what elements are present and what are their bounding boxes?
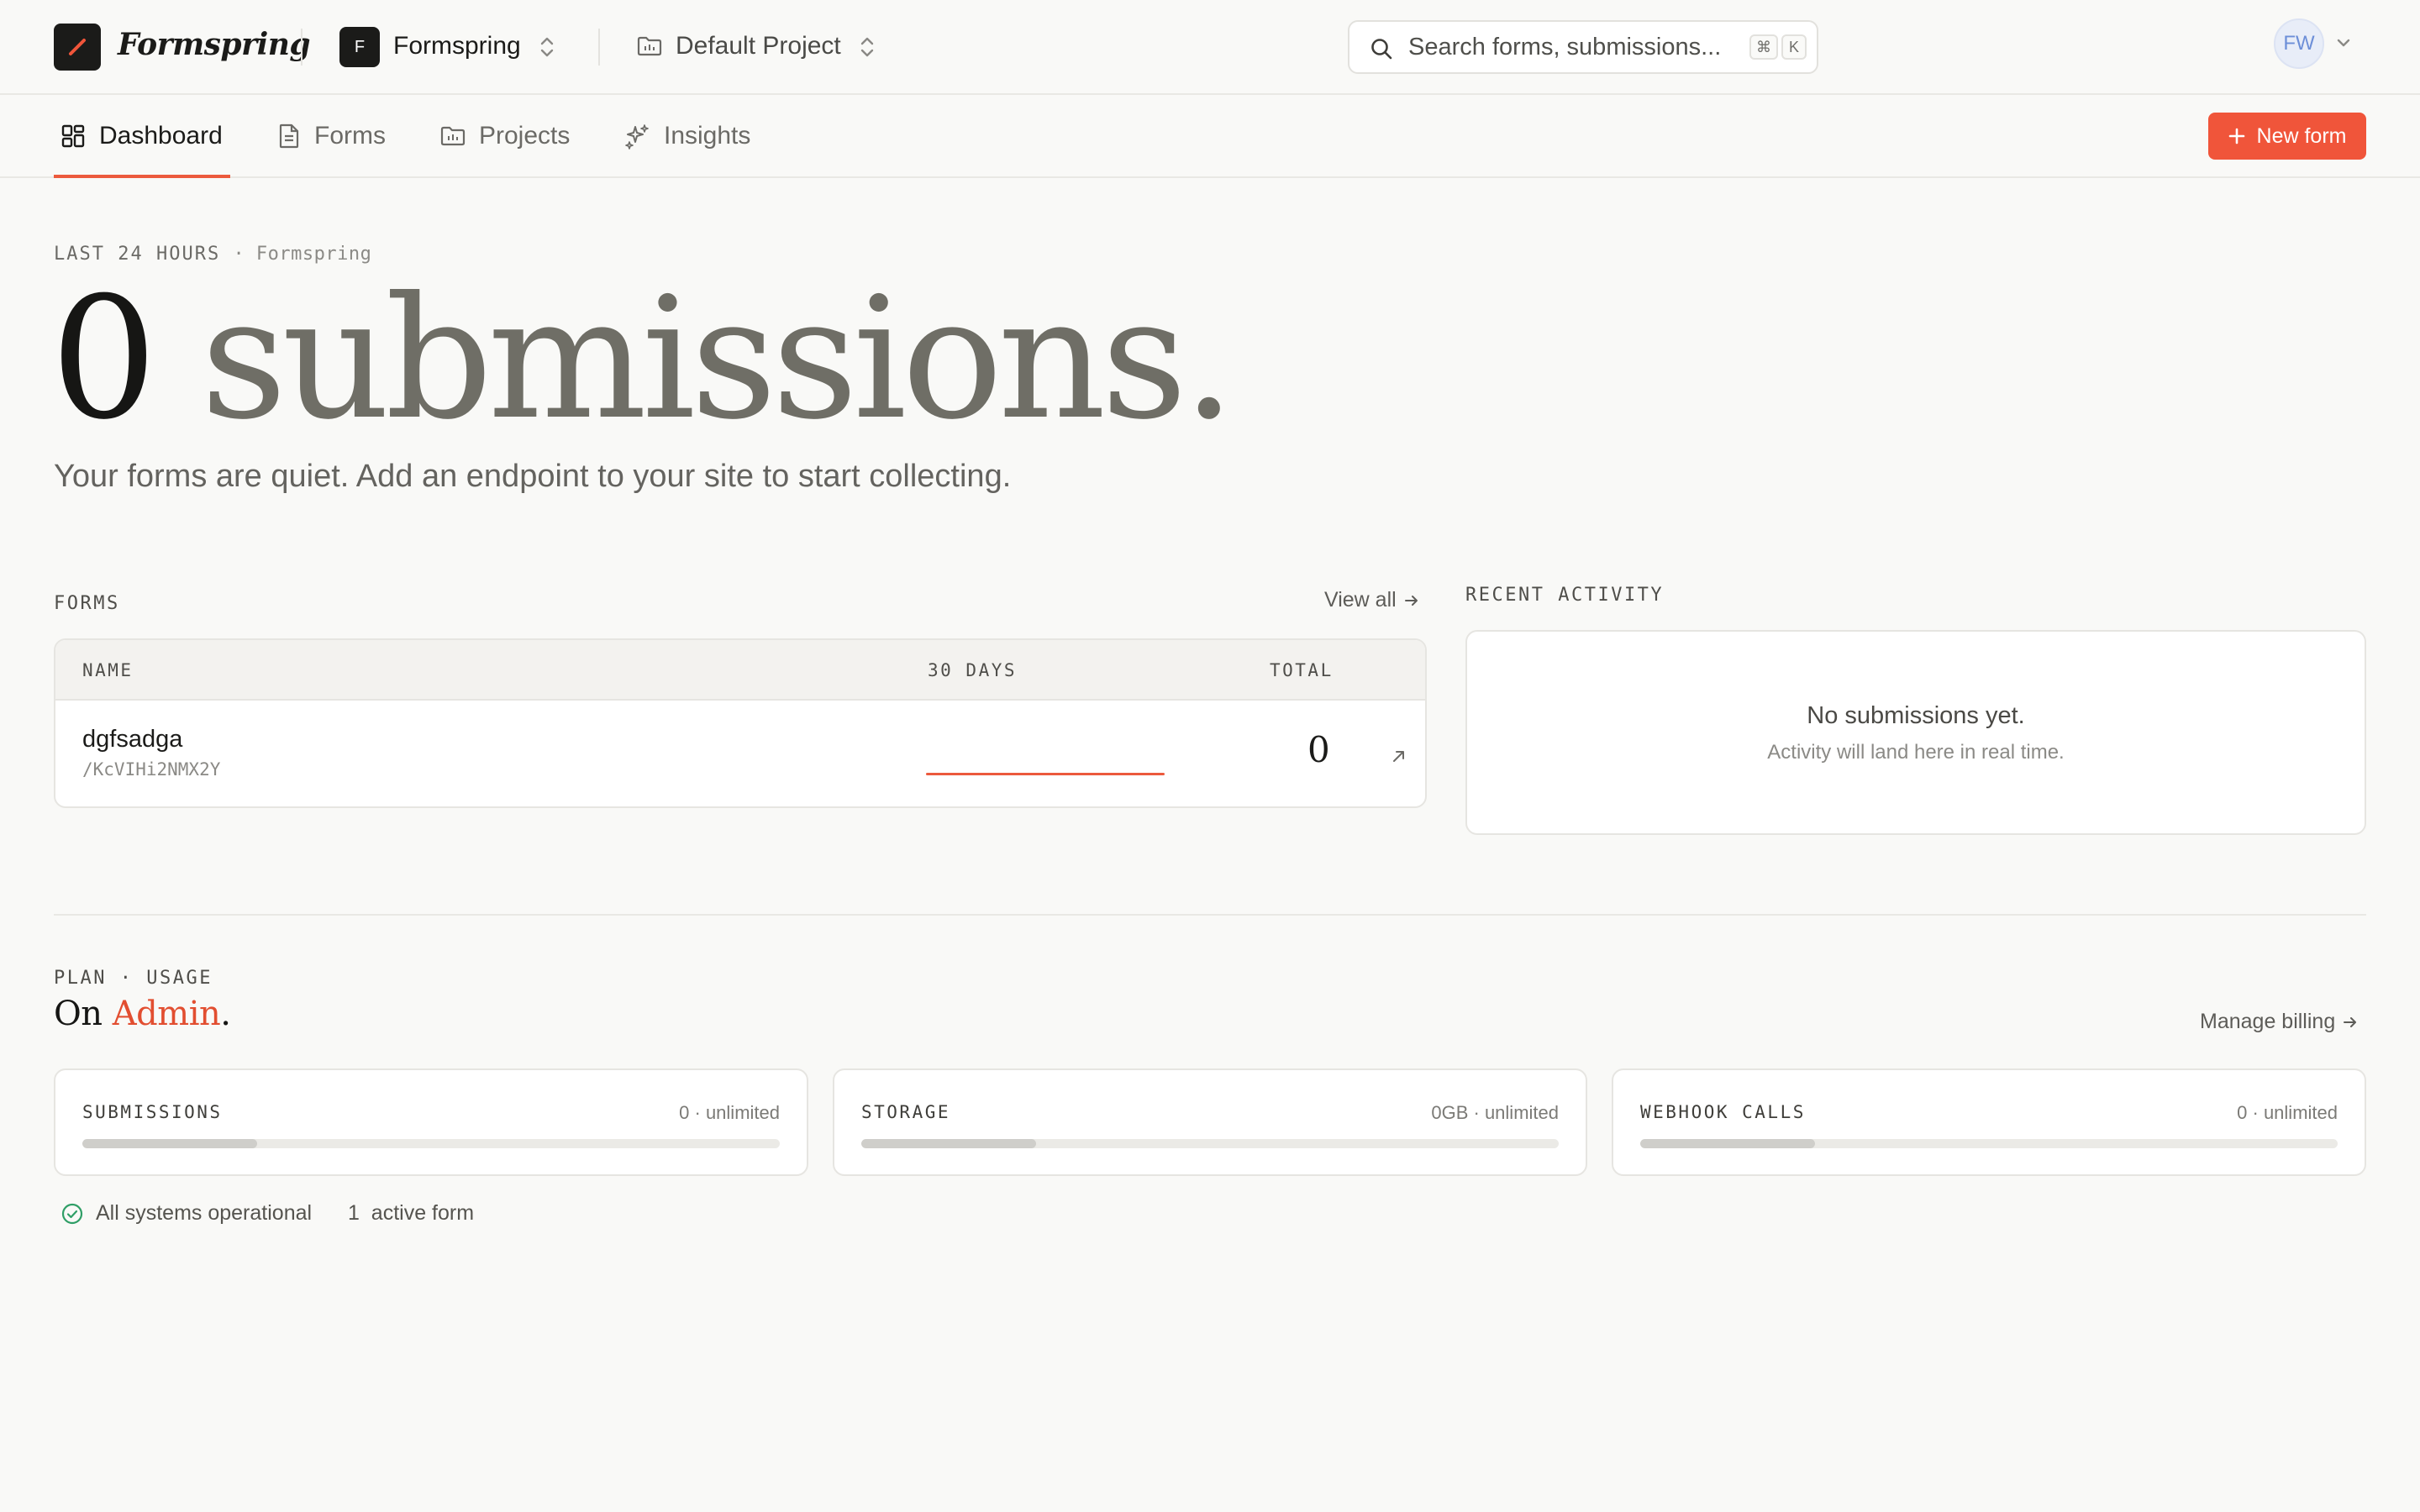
arrow-right-icon xyxy=(2344,1016,2357,1027)
form-slug: /KcVIHi2NMX2Y xyxy=(82,759,221,780)
dashboard-grid-icon xyxy=(61,124,85,147)
usage-label: STORAGE xyxy=(861,1102,951,1122)
usage-value: 0GB · unlimited xyxy=(1431,1102,1559,1123)
tab-dashboard-label: Dashboard xyxy=(99,121,223,150)
shortcut-key-mod: ⌘ xyxy=(1749,34,1778,60)
form-total: 0 xyxy=(1307,729,1330,770)
table-header: NAME 30 DAYS TOTAL xyxy=(55,640,1425,701)
usage-card-submissions: SUBMISSIONS 0 · unlimited xyxy=(54,1068,808,1176)
usage-bar xyxy=(82,1139,780,1148)
tab-projects[interactable]: Projects xyxy=(440,95,570,176)
active-tab-indicator xyxy=(54,175,230,178)
chevron-updown-icon[interactable] xyxy=(858,34,876,60)
view-all-link[interactable]: View all xyxy=(1324,588,1420,612)
active-forms-count: 1 active form xyxy=(348,1201,475,1225)
usage-label: SUBMISSIONS xyxy=(82,1102,223,1122)
forms-table: NAME 30 DAYS TOTAL dgfsadga /KcVIHi2NMX2… xyxy=(54,638,1427,808)
check-circle-icon xyxy=(61,1203,83,1224)
system-status[interactable]: All systems operational xyxy=(60,1201,312,1226)
activity-section-label: RECENT ACTIVITY xyxy=(1465,585,1665,606)
column-header-name: NAME xyxy=(82,660,134,680)
folder-icon xyxy=(637,36,662,56)
usage-bar-fill xyxy=(1640,1139,1815,1148)
activity-empty-subtitle: Activity will land here in real time. xyxy=(1767,741,2065,764)
form-name[interactable]: dgfsadga xyxy=(82,726,182,753)
usage-bar-fill xyxy=(82,1139,257,1148)
manage-billing-link[interactable]: Manage billing xyxy=(2200,1010,2359,1034)
plus-icon xyxy=(2228,128,2244,144)
main-nav: Dashboard Forms Projects Insights New fo… xyxy=(0,95,2420,178)
brand-name[interactable]: Formspring xyxy=(118,27,311,62)
search-box[interactable]: Search forms, submissions... ⌘ K xyxy=(1348,20,1818,74)
user-avatar[interactable]: FW xyxy=(2274,18,2324,69)
tab-forms-label: Forms xyxy=(314,121,386,150)
tab-projects-label: Projects xyxy=(479,121,571,150)
sparkline-30-days xyxy=(926,773,1165,775)
logo-icon[interactable] xyxy=(54,24,101,71)
chevron-updown-icon[interactable] xyxy=(538,34,556,60)
document-icon xyxy=(279,123,299,148)
system-status-label: All systems operational xyxy=(96,1201,313,1225)
plan-section-label: PLAN · USAGE xyxy=(54,968,213,989)
project-switcher-label[interactable]: Default Project xyxy=(676,32,841,60)
usage-value: 0 · unlimited xyxy=(2237,1102,2338,1123)
arrow-up-right-icon[interactable] xyxy=(1390,747,1408,765)
shortcut-key-k: K xyxy=(1781,34,1807,60)
plan-prefix: On xyxy=(54,995,103,1033)
arrow-right-icon xyxy=(1404,595,1418,606)
forms-section-label: FORMS xyxy=(54,593,120,614)
usage-bar xyxy=(1640,1139,2338,1148)
usage-bar xyxy=(861,1139,1559,1148)
column-header-total: TOTAL xyxy=(1270,660,1334,680)
usage-card-webhook-calls: WEBHOOK CALLS 0 · unlimited xyxy=(1612,1068,2366,1176)
usage-bar-fill xyxy=(861,1139,1036,1148)
submission-count: 0 xyxy=(50,261,157,457)
search-placeholder[interactable]: Search forms, submissions... xyxy=(1408,34,1721,61)
activity-card: No submissions yet. Activity will land h… xyxy=(1465,630,2366,835)
usage-value: 0 · unlimited xyxy=(679,1102,780,1123)
tab-insights-label: Insights xyxy=(664,121,751,150)
folder-icon xyxy=(440,126,466,145)
usage-label: WEBHOOK CALLS xyxy=(1640,1102,1806,1122)
hero-headline: 0 submissions. xyxy=(50,267,1236,452)
divider xyxy=(301,29,302,66)
manage-billing-label: Manage billing xyxy=(2200,1010,2336,1033)
workspace-avatar[interactable]: F xyxy=(339,27,380,67)
hero-lead: Your forms are quiet. Add an endpoint to… xyxy=(54,459,1012,494)
sparkles-icon xyxy=(625,123,649,150)
tab-insights[interactable]: Insights xyxy=(623,95,750,176)
view-all-label: View all xyxy=(1324,588,1397,612)
plan-name: Admin xyxy=(112,995,221,1033)
submission-count-suffix: submissions. xyxy=(200,261,1236,457)
column-header-30-days: 30 DAYS xyxy=(928,660,1018,680)
search-icon xyxy=(1371,39,1392,60)
plan-suffix: . xyxy=(220,995,231,1033)
tab-dashboard[interactable]: Dashboard xyxy=(54,95,230,178)
workspace-switcher-label[interactable]: Formspring xyxy=(393,32,521,60)
activity-empty-title: No submissions yet. xyxy=(1807,702,2025,729)
usage-card-storage: STORAGE 0GB · unlimited xyxy=(833,1068,1587,1176)
chevron-down-icon[interactable] xyxy=(2334,34,2353,52)
section-divider xyxy=(54,914,2366,916)
new-form-button[interactable]: New form xyxy=(2208,113,2366,160)
new-form-label: New form xyxy=(2256,123,2347,148)
top-bar: Formspring F Formspring Default Project … xyxy=(0,0,2420,95)
divider xyxy=(598,29,600,66)
tab-forms[interactable]: Forms xyxy=(277,95,386,176)
plan-title: On Admin. xyxy=(54,995,231,1033)
